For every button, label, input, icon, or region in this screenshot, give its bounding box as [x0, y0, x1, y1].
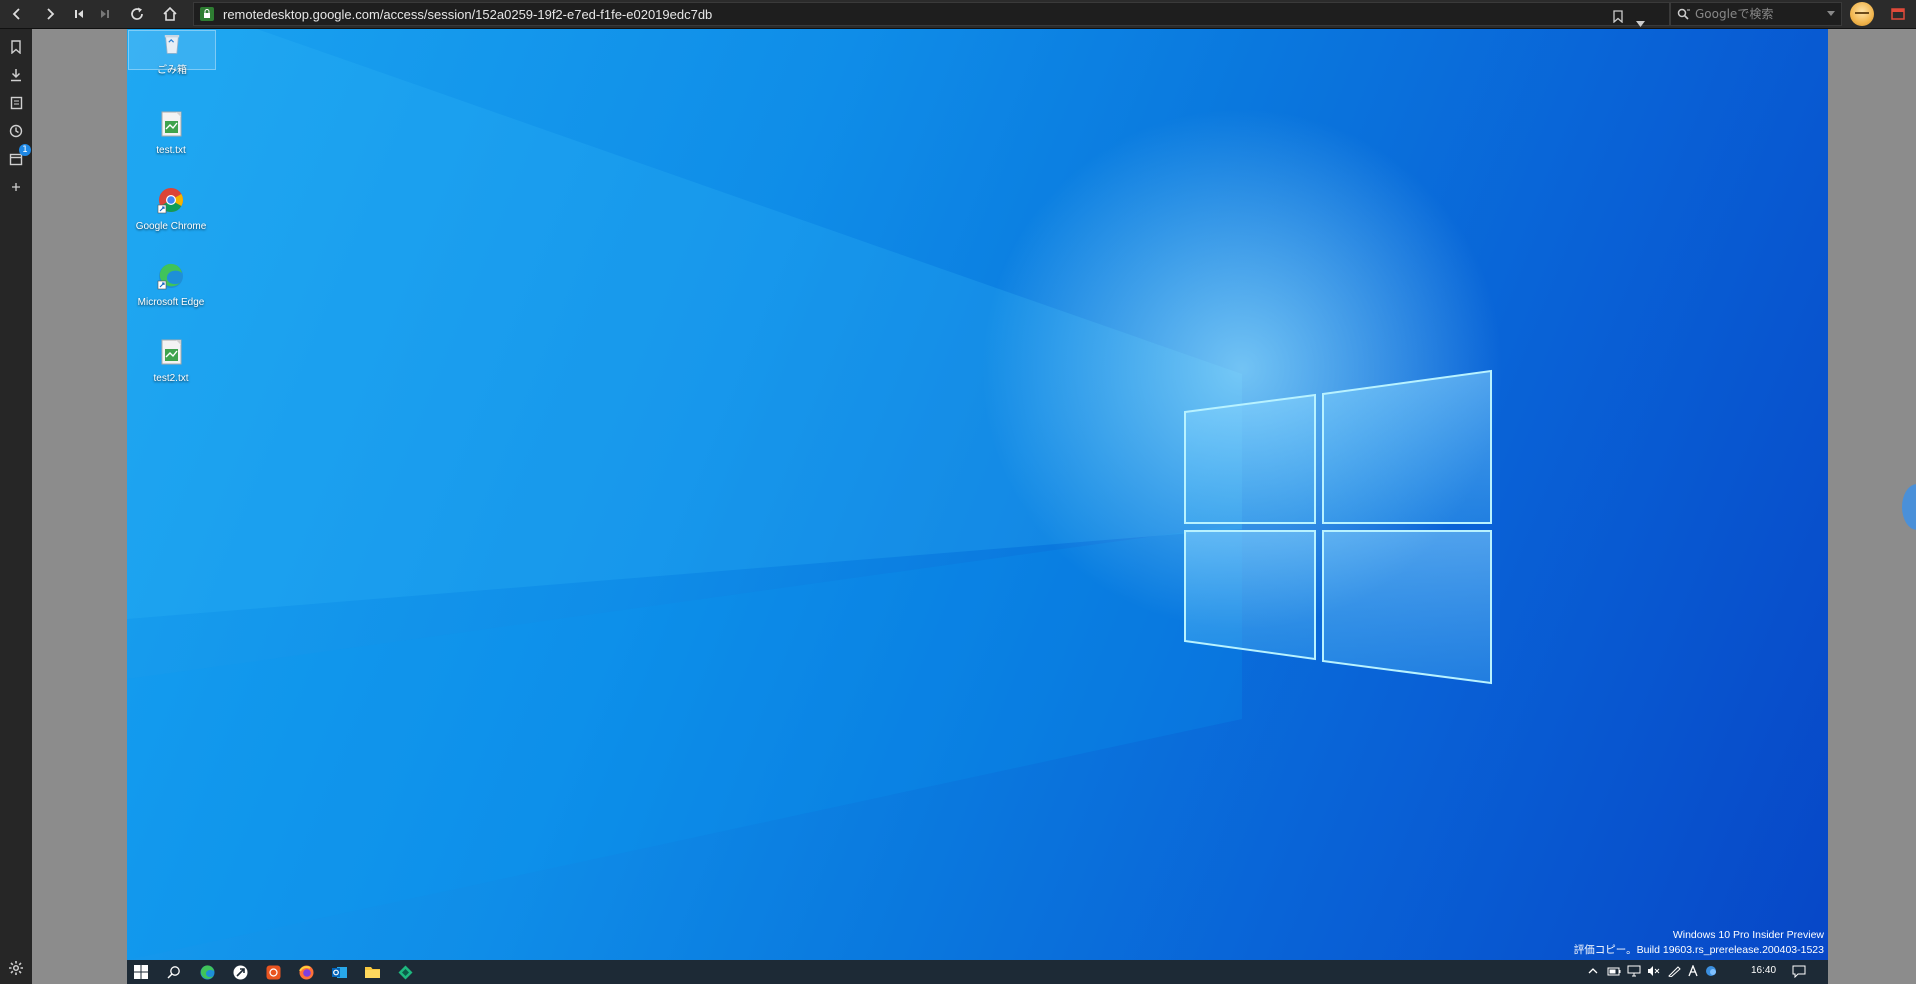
bookmark-page-icon[interactable]	[1613, 8, 1623, 27]
fast-forward-icon	[101, 10, 109, 18]
bookmarks-panel-button[interactable]	[6, 37, 26, 57]
windows-panel-button[interactable]: 1	[6, 144, 31, 169]
ime-icon[interactable]	[1687, 965, 1699, 977]
taskbar-app[interactable]	[231, 963, 249, 981]
notes-icon	[10, 96, 22, 110]
desktop-icon-test-txt[interactable]: test.txt	[128, 109, 214, 156]
history-icon	[9, 124, 23, 138]
taskbar-search-button[interactable]	[165, 963, 183, 981]
taskbar-chrome-remote-desktop[interactable]	[396, 963, 414, 981]
history-panel-button[interactable]	[6, 121, 26, 141]
firefox-icon	[298, 965, 313, 979]
search-input[interactable]	[1695, 6, 1820, 22]
edge-icon	[157, 263, 183, 290]
forward-icon	[47, 8, 55, 20]
panel-toggle-button[interactable]	[1888, 4, 1908, 24]
add-panel-icon	[12, 183, 20, 191]
edge-icon	[200, 964, 214, 979]
pen-icon[interactable]	[1667, 965, 1681, 977]
taskbar-firefox[interactable]	[297, 963, 315, 981]
forward-button[interactable]	[35, 0, 65, 28]
reload-icon	[131, 7, 143, 20]
chevron-up-icon[interactable]	[1587, 965, 1599, 977]
downloads-panel-button[interactable]	[6, 65, 26, 85]
home-button[interactable]	[155, 0, 185, 28]
address-text[interactable]: remotedesktop.google.com/access/session/…	[223, 7, 712, 22]
file-explorer-icon	[364, 967, 380, 978]
taskbar-outlook[interactable]	[330, 963, 348, 981]
windows-wallpaper	[127, 29, 1502, 960]
search-icon	[1677, 8, 1690, 20]
settings-button[interactable]	[8, 960, 24, 980]
taskbar-file-explorer[interactable]	[363, 963, 381, 981]
network-icon[interactable]	[1627, 965, 1641, 977]
profile-avatar[interactable]	[1850, 2, 1874, 26]
taskbar-ubuntu[interactable]	[264, 963, 282, 981]
avatar-face-icon	[1855, 12, 1869, 17]
desktop-icon-recycle-bin[interactable]: ごみ箱	[128, 30, 216, 76]
desktop-icon-microsoft-edge[interactable]: Microsoft Edge	[128, 261, 214, 308]
desktop-icon-test2-txt[interactable]: test2.txt	[128, 337, 214, 384]
lock-icon	[200, 7, 214, 21]
cloud-icon[interactable]	[1704, 965, 1718, 977]
windows-watermark: Windows 10 Pro Insider Preview 評価コピー。Bui…	[1574, 928, 1824, 958]
add-panel-button[interactable]	[6, 177, 26, 197]
home-icon	[163, 6, 177, 21]
reload-button[interactable]	[122, 0, 152, 28]
watermark-build: 評価コピー。Build 19603.rs_prerelease.200403-1…	[1573, 944, 1824, 956]
search-box[interactable]	[1670, 2, 1842, 26]
desktop-icon-label: test2.txt	[153, 373, 189, 384]
notes-panel-button[interactable]	[6, 93, 26, 113]
text-file-icon	[161, 111, 182, 137]
address-bar[interactable]: remotedesktop.google.com/access/session/…	[193, 2, 1670, 27]
desktop-icon-label: Google Chrome	[135, 221, 207, 232]
search-engine-dropdown-icon[interactable]	[1827, 11, 1835, 16]
notification-center-icon[interactable]	[1792, 965, 1806, 978]
start-icon	[134, 965, 148, 979]
windows-taskbar: 16:40	[127, 960, 1828, 984]
window-panel-icon	[1891, 8, 1905, 20]
taskbar-edge[interactable]	[198, 963, 216, 981]
windows-count-badge: 1	[19, 144, 31, 156]
desktop-icon-label: Microsoft Edge	[137, 297, 205, 308]
chrome-remote-icon	[398, 965, 412, 979]
search-icon	[167, 966, 180, 979]
watermark-edition: Windows 10 Pro Insider Preview	[1672, 929, 1824, 941]
chrome-icon	[157, 188, 183, 214]
rewind-icon	[75, 10, 83, 18]
desktop-icon-label: test.txt	[156, 145, 186, 156]
remote-desktop-screen[interactable]: ごみ箱 test.txt Google Chrome Microsoft Edg…	[127, 29, 1828, 960]
ubuntu-icon	[266, 965, 280, 979]
text-file-icon	[161, 339, 182, 365]
outlook-icon	[331, 966, 347, 978]
app-icon	[233, 965, 247, 979]
taskbar-clock[interactable]: 16:40	[1751, 965, 1776, 976]
back-button[interactable]	[2, 0, 32, 28]
start-button[interactable]	[132, 963, 150, 981]
battery-icon[interactable]	[1607, 965, 1621, 977]
desktop-icon-google-chrome[interactable]: Google Chrome	[128, 185, 214, 232]
viewport-margin-left	[32, 29, 127, 984]
gear-icon	[9, 961, 23, 975]
volume-muted-icon[interactable]	[1647, 965, 1661, 977]
side-panel: 1	[0, 29, 32, 984]
recycle-bin-icon	[164, 35, 180, 54]
browser-toolbar: remotedesktop.google.com/access/session/…	[0, 0, 1916, 29]
rewind-button[interactable]	[66, 0, 92, 28]
download-icon	[11, 69, 21, 82]
fast-forward-button[interactable]	[92, 0, 118, 28]
back-icon	[12, 8, 20, 20]
bookmark-icon	[11, 40, 21, 54]
desktop-icon-label: ごみ箱	[157, 65, 187, 76]
